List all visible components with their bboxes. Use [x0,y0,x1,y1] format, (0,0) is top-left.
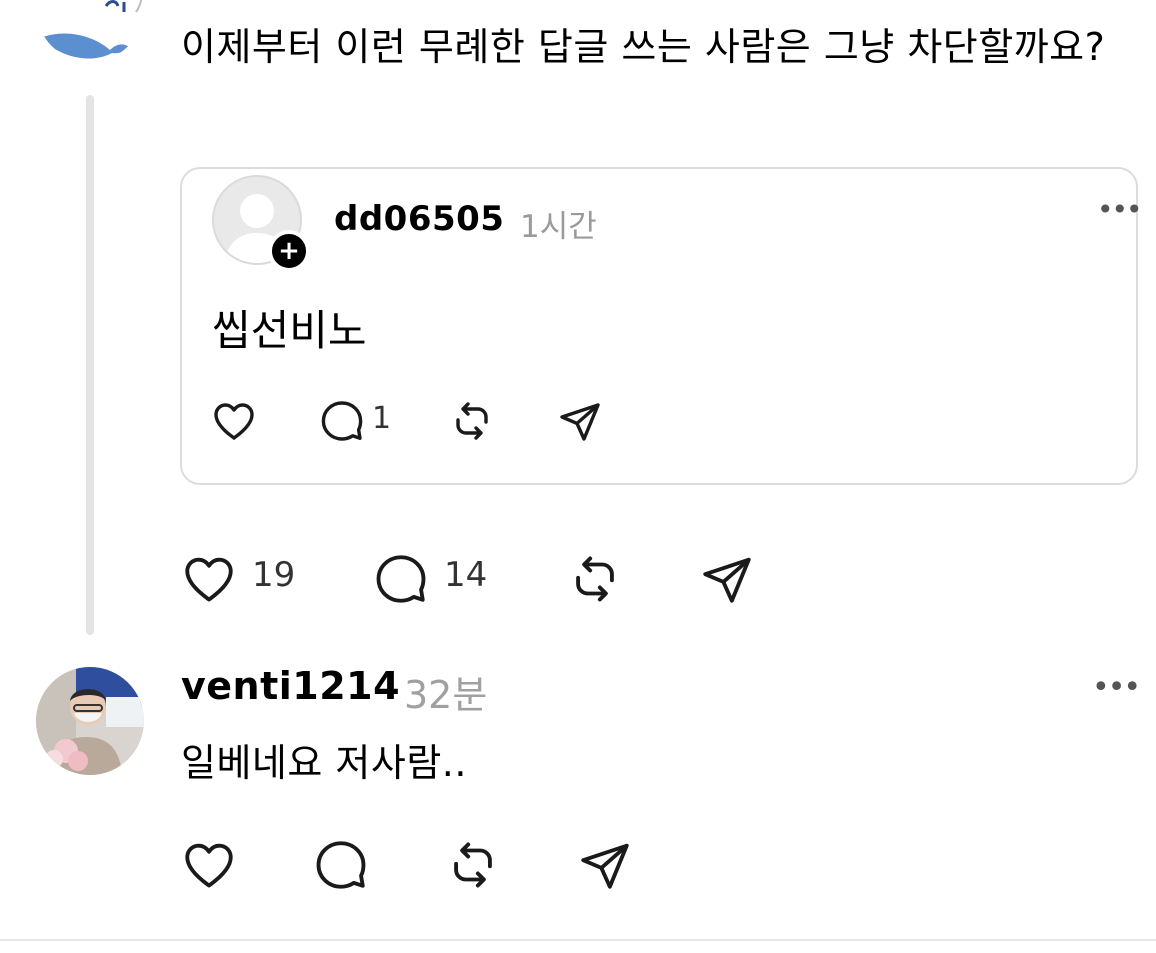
quoted-username[interactable]: dd06505 [334,199,504,239]
quoted-more-icon[interactable]: ••• [1097,193,1143,226]
thread-line [86,95,94,635]
send-icon [703,557,751,603]
avatar-illustration [36,0,144,62]
divider [0,939,1156,941]
quoted-post-card[interactable]: + dd06505 1시간 ••• 씹선비노 1 [180,167,1143,485]
reply-like-button[interactable] [180,836,238,894]
like-count: 19 [252,555,296,595]
comment-button[interactable] [372,550,430,608]
comment-count: 14 [444,555,488,595]
quoted-like-button[interactable] [210,397,258,445]
reply-more-icon[interactable]: ••• [1092,670,1141,705]
quoted-share-button[interactable] [556,397,604,445]
reply-repost-button[interactable] [444,836,502,894]
quoted-timestamp: 1시간 [520,209,597,245]
speech-bubble-icon [316,841,366,889]
repost-button[interactable] [566,550,624,608]
quoted-repost-button[interactable] [448,397,496,445]
heart-icon [185,843,233,888]
follow-plus-icon[interactable]: + [268,230,310,272]
quoted-comment-button[interactable] [318,397,366,445]
post-author-avatar[interactable] [36,0,144,62]
send-icon [581,843,629,889]
quoted-text: 씹선비노 [212,306,367,355]
post-text: 이제부터 이런 무례한 답글 쓰는 사람은 그냥 차단할까요? [181,25,1106,69]
reply-comment-button[interactable] [312,836,370,894]
reply-timestamp: 32분 [404,673,488,717]
repost-icon [576,556,614,602]
share-button[interactable] [698,550,756,608]
repost-icon [456,402,488,440]
heart-icon [214,403,254,440]
reply-author-avatar[interactable] [36,667,144,775]
quoted-comment-count: 1 [372,401,392,436]
heart-icon [185,557,233,602]
reply-text: 일베네요 저사람.. [181,741,467,785]
like-button[interactable] [180,550,238,608]
speech-bubble-icon [376,555,426,603]
speech-bubble-icon [321,401,363,441]
send-icon [560,403,600,441]
reply-username[interactable]: venti1214 [181,664,400,708]
avatar-photo [36,667,144,775]
reply-share-button[interactable] [576,836,634,894]
repost-icon [454,842,492,888]
